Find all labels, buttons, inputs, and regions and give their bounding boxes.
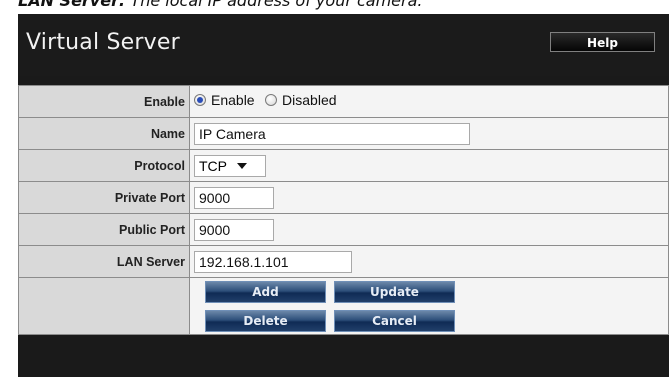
protocol-label: Protocol bbox=[18, 149, 190, 182]
lan-server-row: LAN Server 192.168.1.101 bbox=[18, 245, 669, 278]
panel-header: Virtual Server Help bbox=[18, 14, 669, 76]
private-port-label: Private Port bbox=[18, 181, 190, 214]
public-port-row: Public Port 9000 bbox=[18, 213, 669, 246]
chevron-down-icon bbox=[237, 162, 247, 169]
name-row: Name IP Camera bbox=[18, 117, 669, 150]
protocol-row: Protocol TCP bbox=[18, 149, 669, 182]
lan-server-label: LAN Server bbox=[18, 245, 190, 278]
public-port-cell: 9000 bbox=[189, 213, 669, 246]
private-port-cell: 9000 bbox=[189, 181, 669, 214]
protocol-cell: TCP bbox=[189, 149, 669, 182]
document-caption: LAN Server: The local IP address of your… bbox=[18, 0, 669, 11]
cancel-button[interactable]: Cancel bbox=[334, 310, 455, 332]
disabled-option[interactable]: Disabled bbox=[265, 92, 337, 108]
lan-server-cell: 192.168.1.101 bbox=[189, 245, 669, 278]
page-title: Virtual Server bbox=[26, 30, 180, 55]
name-input[interactable]: IP Camera bbox=[194, 122, 470, 145]
caption-description: The local IP address of your camera. bbox=[125, 0, 423, 10]
action-buttons: Add Update Delete Cancel bbox=[189, 277, 669, 335]
update-button[interactable]: Update bbox=[334, 281, 455, 303]
button-row: Add Update Delete Cancel bbox=[18, 277, 669, 335]
delete-button[interactable]: Delete bbox=[205, 310, 326, 332]
name-cell: IP Camera bbox=[189, 117, 669, 150]
disabled-radio[interactable] bbox=[265, 94, 278, 106]
disabled-option-label: Disabled bbox=[282, 92, 337, 108]
enable-option[interactable]: Enable bbox=[194, 92, 255, 108]
lan-server-input[interactable]: 192.168.1.101 bbox=[194, 250, 352, 273]
add-button[interactable]: Add bbox=[205, 281, 326, 303]
caption-term: LAN Server: bbox=[18, 0, 126, 10]
private-port-input[interactable]: 9000 bbox=[194, 186, 274, 209]
protocol-select[interactable]: TCP bbox=[194, 154, 266, 177]
enable-label: Enable bbox=[18, 85, 190, 118]
button-row-spacer bbox=[18, 277, 190, 335]
enable-radio[interactable] bbox=[194, 94, 206, 106]
virtual-server-panel: Virtual Server Help Enable Enable Disabl… bbox=[18, 14, 669, 377]
protocol-selected-value: TCP bbox=[199, 157, 227, 174]
enable-row: Enable Enable Disabled bbox=[18, 85, 669, 118]
private-port-row: Private Port 9000 bbox=[18, 181, 669, 214]
help-button[interactable]: Help bbox=[550, 32, 655, 52]
public-port-input[interactable]: 9000 bbox=[194, 218, 274, 241]
virtual-server-form: Enable Enable Disabled Name IP Camera Pr… bbox=[18, 85, 669, 335]
name-label: Name bbox=[18, 117, 190, 150]
enable-option-label: Enable bbox=[211, 92, 255, 108]
public-port-label: Public Port bbox=[18, 213, 190, 246]
enable-options: Enable Disabled bbox=[189, 85, 669, 118]
